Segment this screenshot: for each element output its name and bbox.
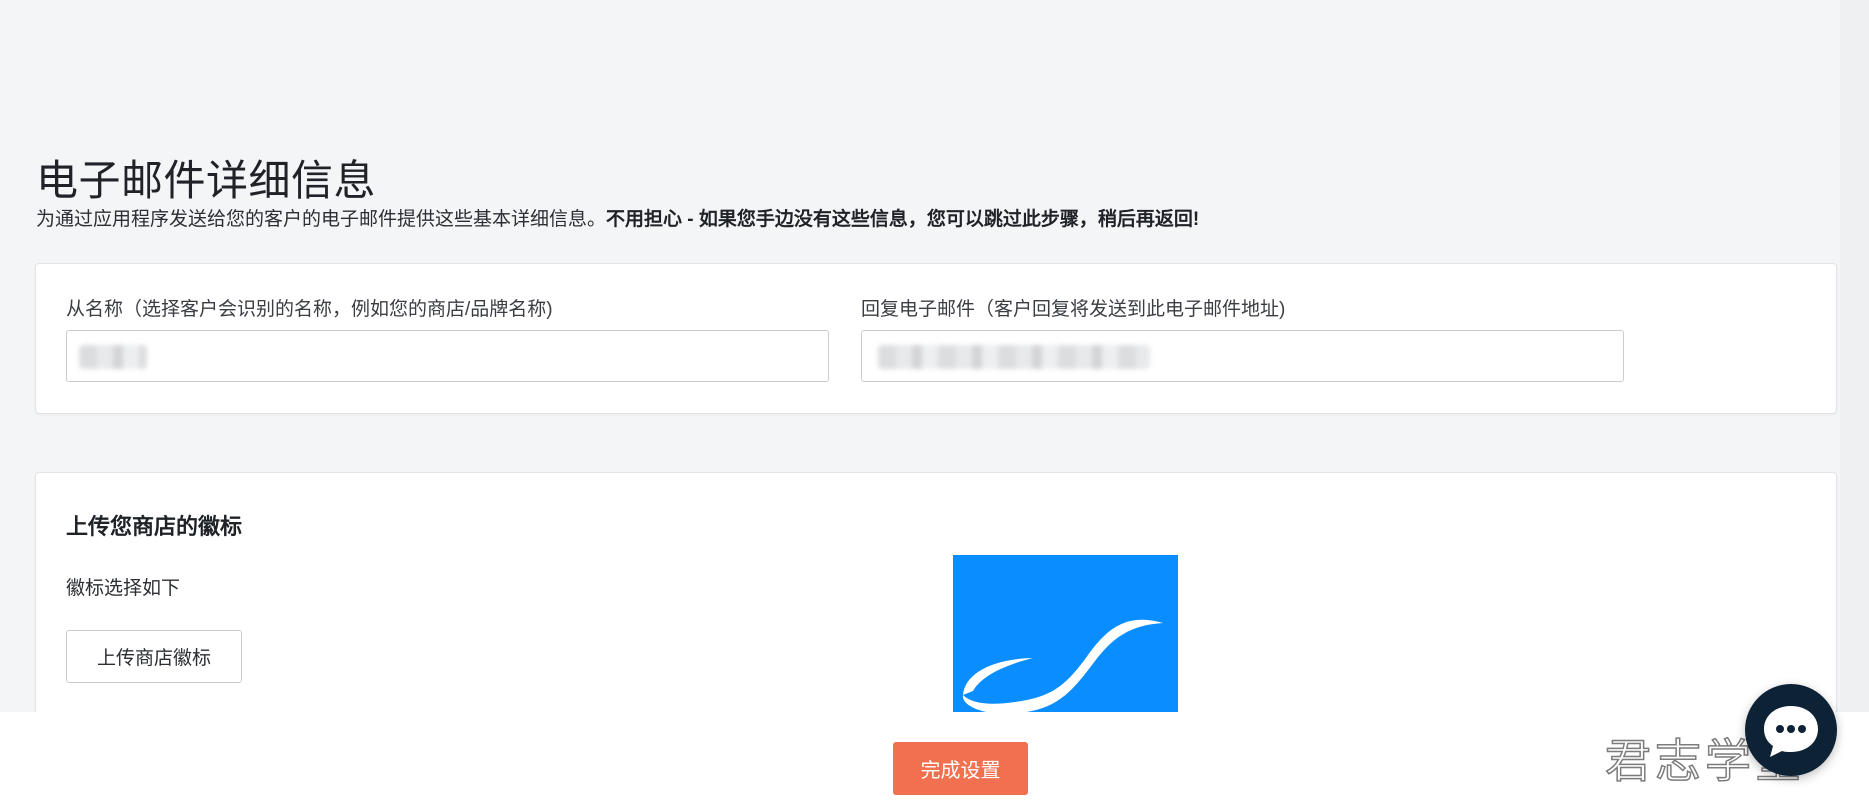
- chat-bubble-icon: [1764, 706, 1818, 757]
- email-details-card: 从名称（选择客户会识别的名称，例如您的商店/品牌名称) 回复电子邮件（客户回复将…: [35, 263, 1837, 414]
- logo-section-heading: 上传您商店的徽标: [66, 514, 243, 539]
- page-subtitle: 为通过应用程序发送给您的客户的电子邮件提供这些基本详细信息。不用担心 - 如果您…: [36, 207, 1199, 233]
- subtitle-text: 为通过应用程序发送给您的客户的电子邮件提供这些基本详细信息。: [36, 209, 607, 230]
- page: 电子邮件详细信息 为通过应用程序发送给您的客户的电子邮件提供这些基本详细信息。不…: [0, 0, 1869, 808]
- main-content: 电子邮件详细信息 为通过应用程序发送给您的客户的电子邮件提供这些基本详细信息。不…: [0, 0, 1840, 712]
- from-name-label: 从名称（选择客户会识别的名称，例如您的商店/品牌名称): [66, 299, 553, 320]
- redacted-value: [79, 345, 147, 369]
- chat-button[interactable]: [1745, 684, 1837, 776]
- store-logo-preview: [953, 555, 1178, 712]
- from-name-input[interactable]: [66, 330, 829, 382]
- reply-email-input[interactable]: [861, 330, 1624, 382]
- page-title: 电子邮件详细信息: [36, 157, 377, 204]
- scrollbar[interactable]: [1840, 0, 1869, 712]
- logo-selection-text: 徽标选择如下: [66, 578, 181, 599]
- reply-email-label: 回复电子邮件（客户回复将发送到此电子邮件地址): [861, 299, 1286, 320]
- logo-upload-card: 上传您商店的徽标 徽标选择如下 上传商店徽标: [35, 472, 1837, 712]
- store-logo-swoosh-icon: [962, 619, 1163, 712]
- upload-logo-button[interactable]: 上传商店徽标: [66, 630, 242, 683]
- subtitle-bold-text: 不用担心 - 如果您手边没有这些信息，您可以跳过此步骤，稍后再返回!: [606, 209, 1200, 230]
- finish-setup-button[interactable]: 完成设置: [893, 742, 1028, 795]
- redacted-value: [878, 345, 1150, 369]
